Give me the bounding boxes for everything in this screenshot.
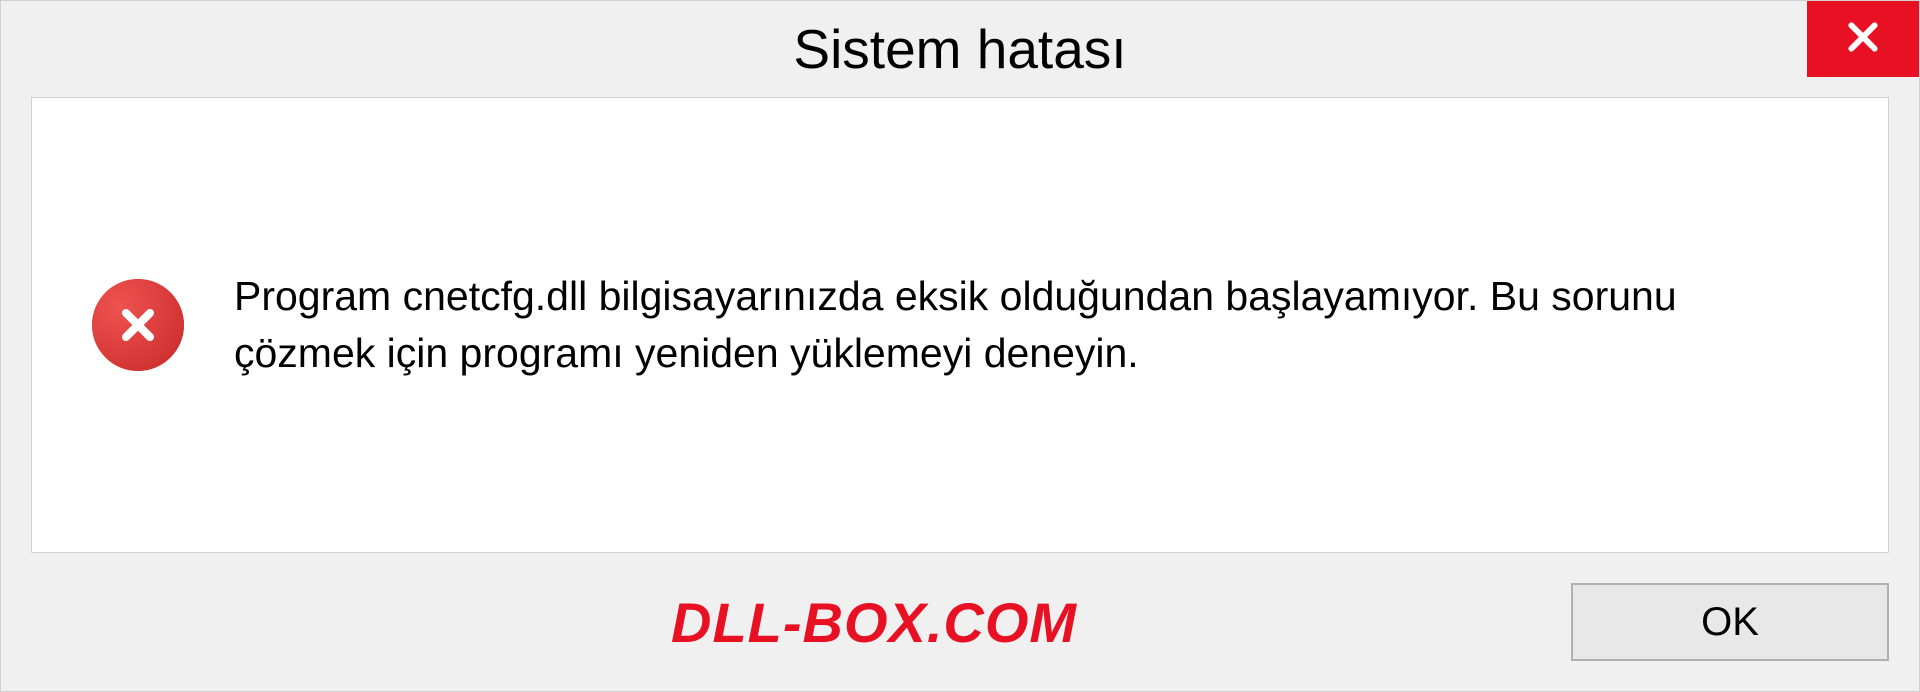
dialog-title: Sistem hatası (793, 17, 1126, 81)
close-icon (1843, 17, 1883, 62)
error-icon (92, 279, 184, 371)
error-dialog: Sistem hatası Program cnetcfg.dll bilgis… (0, 0, 1920, 692)
close-button[interactable] (1807, 1, 1919, 77)
footer-bar: DLL-BOX.COM OK (1, 553, 1919, 691)
error-message: Program cnetcfg.dll bilgisayarınızda eks… (234, 268, 1828, 383)
error-icon-wrapper (92, 279, 184, 371)
title-bar: Sistem hatası (1, 1, 1919, 97)
ok-button[interactable]: OK (1571, 583, 1889, 661)
content-panel: Program cnetcfg.dll bilgisayarınızda eks… (31, 97, 1889, 553)
watermark-text: DLL-BOX.COM (671, 590, 1077, 655)
